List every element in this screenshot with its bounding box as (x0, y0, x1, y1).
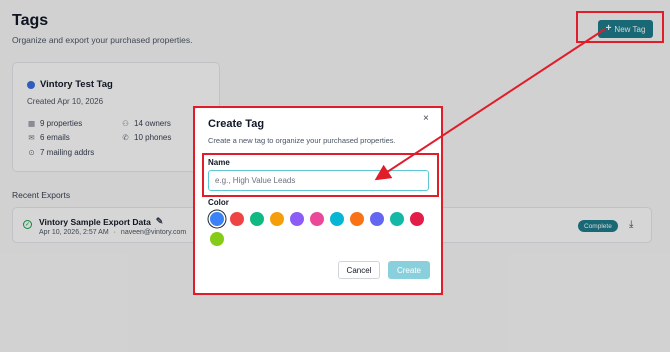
annotation-highlight-name-field (202, 153, 439, 197)
annotation-highlight-dialog (193, 106, 443, 295)
annotation-highlight-new-tag (576, 11, 664, 43)
